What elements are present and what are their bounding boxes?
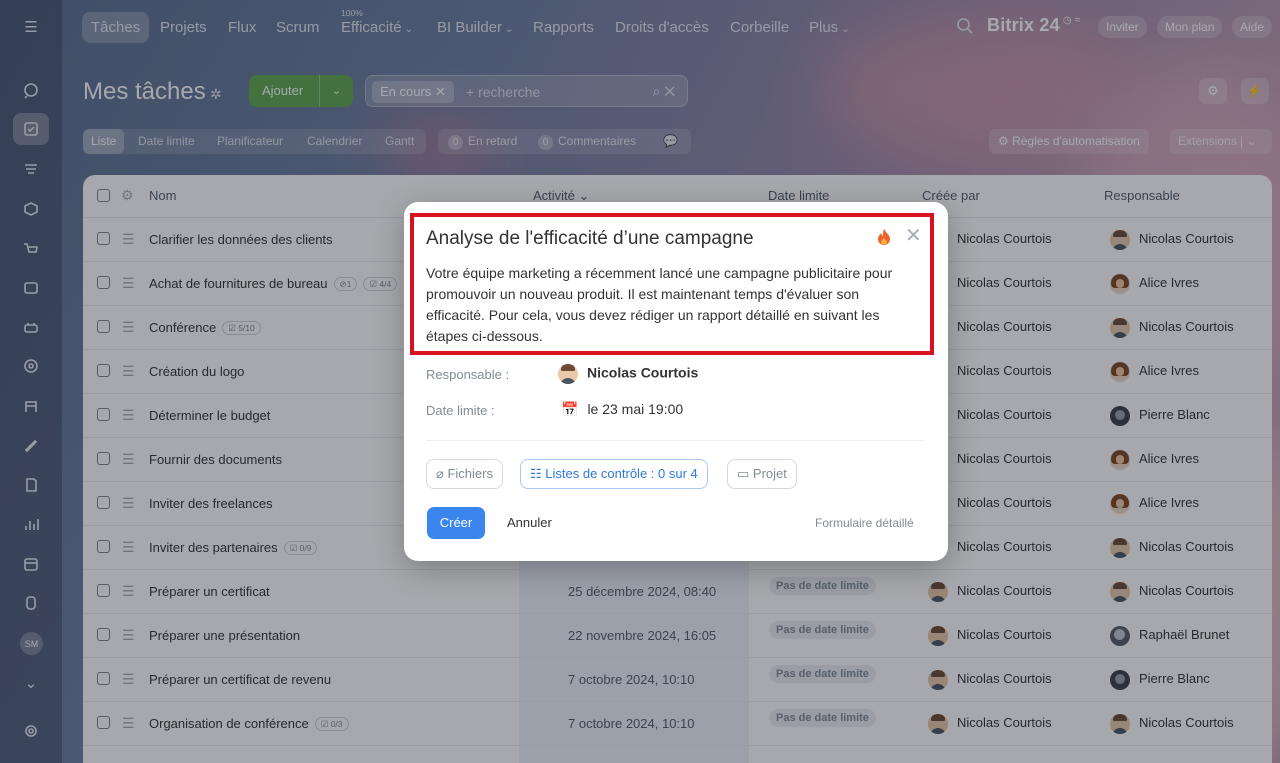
paperclip-icon: ⌀ xyxy=(436,466,448,481)
responsible-value[interactable]: Nicolas Courtois xyxy=(558,364,698,384)
checklist-icon: ☷ xyxy=(530,466,546,481)
deadline-value[interactable]: 📅 le 23 mai 19:00 xyxy=(561,401,683,418)
annotation-highlight-box xyxy=(410,213,934,355)
detailed-form-link[interactable]: Formulaire détaillé xyxy=(815,516,914,530)
avatar xyxy=(558,364,578,384)
divider xyxy=(426,440,924,441)
files-button[interactable]: ⌀ Fichiers xyxy=(426,459,503,489)
checklists-button[interactable]: ☷ Listes de contrôle : 0 sur 4 xyxy=(520,459,708,489)
folder-icon: ▭ xyxy=(737,466,753,481)
project-button[interactable]: ▭ Projet xyxy=(727,459,797,489)
responsible-label: Responsable : xyxy=(426,367,510,382)
create-button[interactable]: Créer xyxy=(427,507,485,539)
cancel-button[interactable]: Annuler xyxy=(507,515,552,530)
calendar-icon: 📅 xyxy=(561,401,579,417)
deadline-label: Date limite : xyxy=(426,403,495,418)
